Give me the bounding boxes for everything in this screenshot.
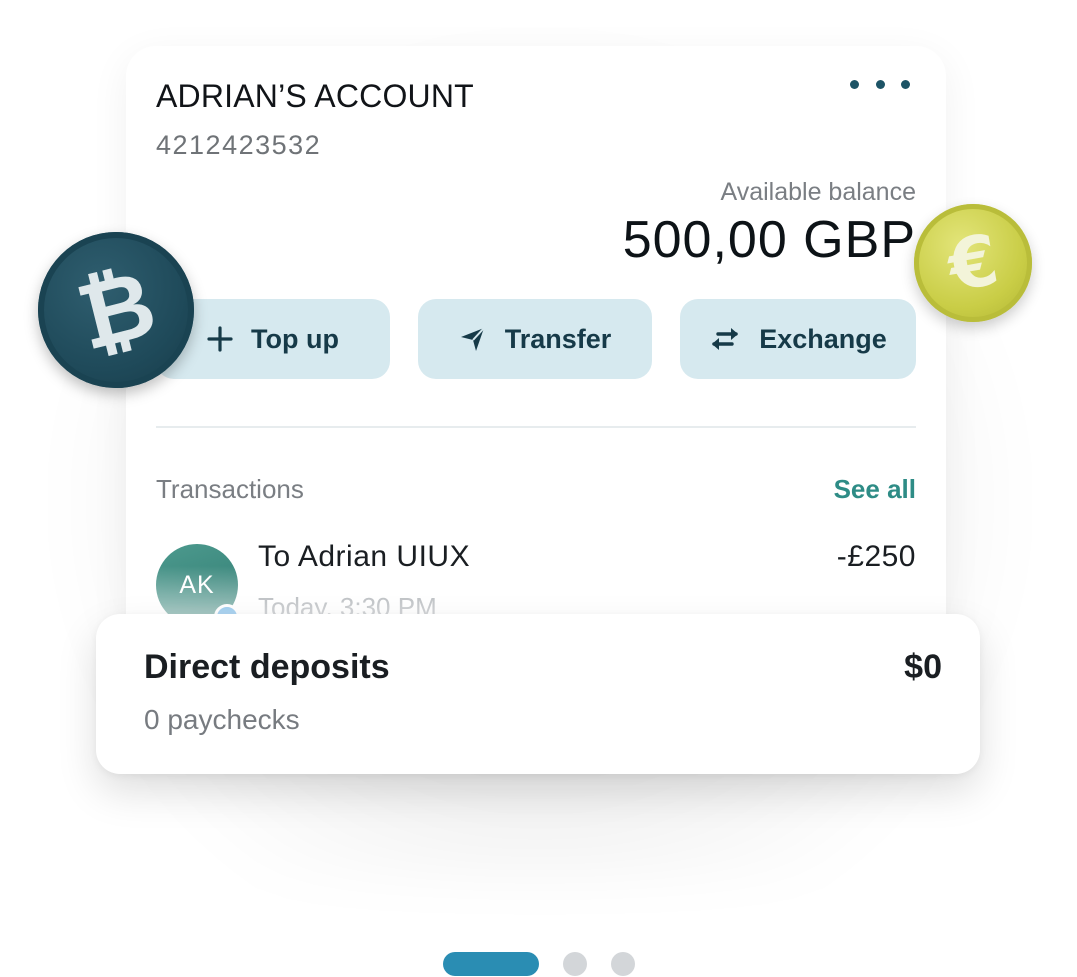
pager: [443, 952, 635, 976]
direct-deposits-title: Direct deposits: [144, 648, 390, 686]
pager-dot-active[interactable]: [443, 952, 539, 976]
see-all-link[interactable]: See all: [834, 474, 916, 505]
balance-label: Available balance: [720, 178, 916, 206]
account-number: 4212423532: [156, 130, 322, 160]
exchange-arrows-icon: [709, 326, 741, 352]
top-up-label: Top up: [251, 323, 339, 354]
divider: [156, 426, 916, 428]
direct-deposits-amount: $0: [904, 648, 942, 686]
transactions-heading: Transactions: [156, 474, 304, 504]
more-horizontal-icon: [850, 79, 859, 89]
transaction-amount: -£250: [836, 540, 916, 573]
more-options-button[interactable]: [850, 78, 910, 90]
bitcoin-symbol: ₿: [66, 249, 166, 371]
pager-dot[interactable]: [611, 952, 635, 976]
account-name: ADRIAN’S ACCOUNT: [156, 78, 474, 114]
euro-symbol: €: [941, 218, 1005, 308]
bitcoin-coin-icon: ₿: [38, 232, 194, 388]
transfer-button[interactable]: Transfer: [418, 299, 652, 379]
euro-coin-icon: €: [914, 204, 1032, 322]
plus-icon: [207, 326, 233, 352]
exchange-label: Exchange: [759, 323, 887, 354]
direct-deposits-subtitle: 0 paychecks: [144, 704, 300, 735]
transaction-title: To Adrian UIUX: [258, 540, 471, 573]
more-dot: [901, 79, 910, 89]
pager-dot[interactable]: [563, 952, 587, 976]
send-icon: [459, 325, 487, 353]
transfer-label: Transfer: [504, 323, 612, 354]
balance-amount: 500,00 GBP: [622, 211, 916, 269]
exchange-button[interactable]: Exchange: [680, 299, 916, 379]
direct-deposits-card[interactable]: Direct deposits 0 paychecks $0: [96, 614, 980, 774]
more-dot: [875, 79, 885, 89]
